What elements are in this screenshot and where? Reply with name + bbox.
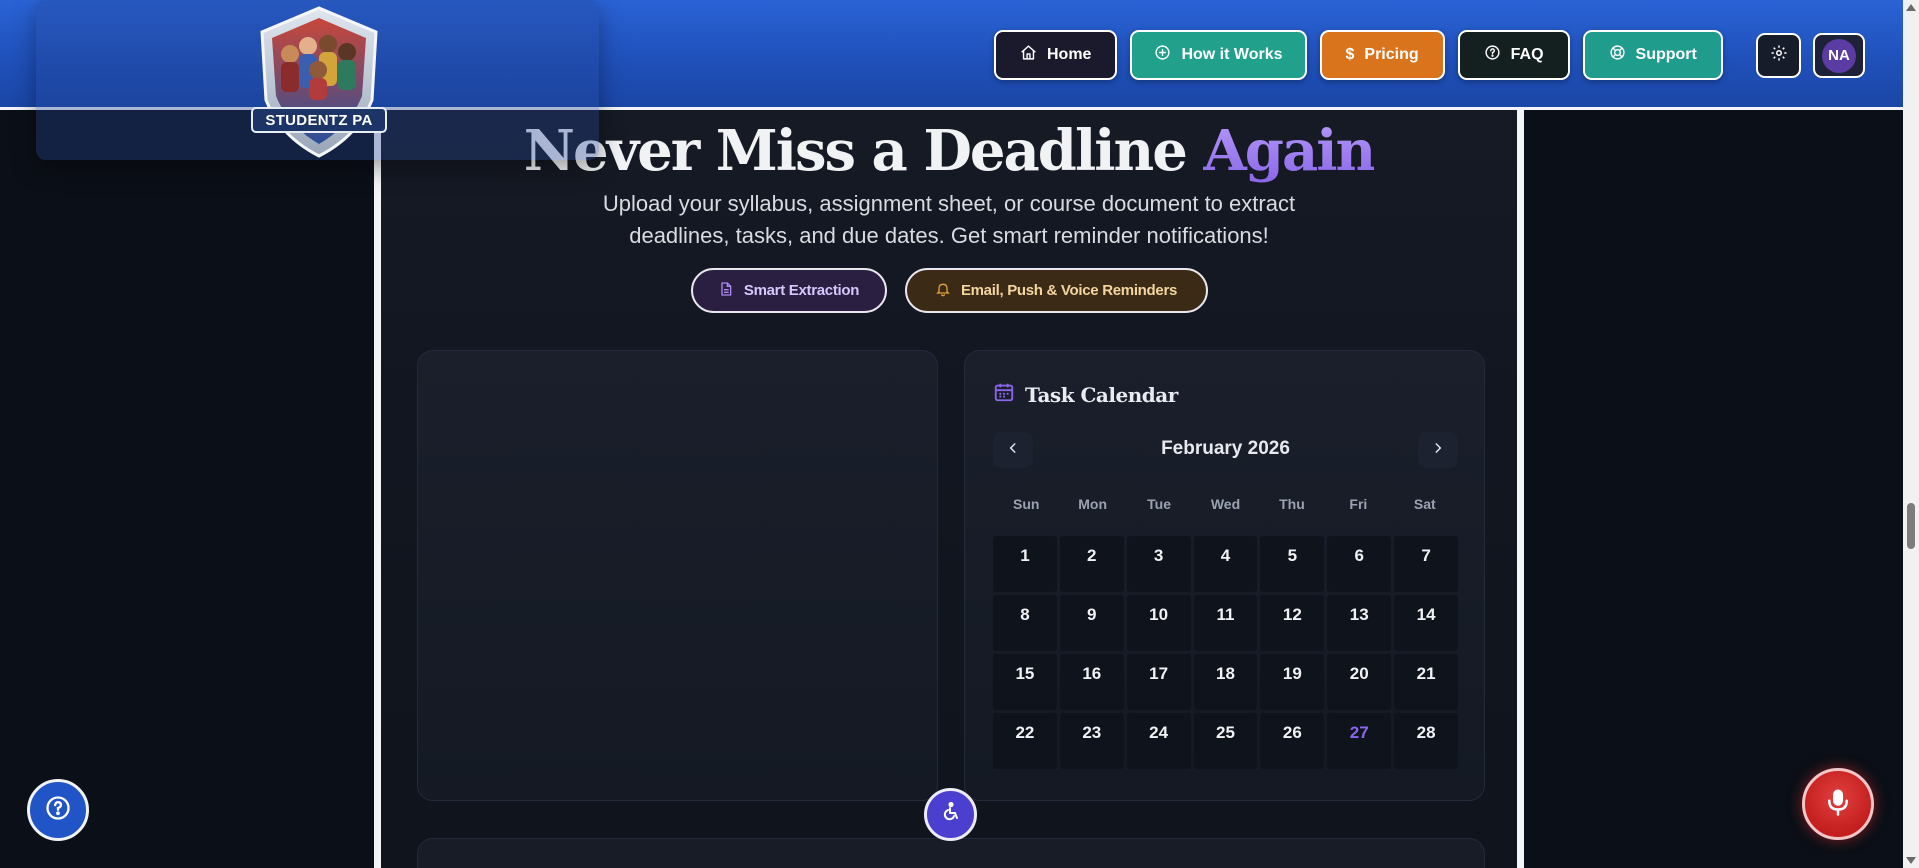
title-main: Never Miss a Deadline [523, 118, 1204, 184]
calendar-day[interactable]: 11 [1193, 595, 1258, 651]
lifebuoy-icon [1609, 44, 1626, 66]
weekday-label: Fri [1349, 496, 1368, 512]
calendar-day[interactable]: 3 [1126, 536, 1191, 592]
page-scrollbar[interactable] [1903, 0, 1919, 868]
scroll-down-arrow[interactable] [1906, 857, 1916, 864]
pricing-label: Pricing [1364, 46, 1419, 63]
calendar-day[interactable]: 14 [1394, 595, 1458, 651]
calendar-day[interactable]: 20 [1327, 654, 1392, 710]
settings-button[interactable] [1756, 33, 1801, 78]
weekday-label: Tue [1147, 496, 1171, 512]
faq-label: FAQ [1510, 46, 1544, 63]
faq-button[interactable]: FAQ [1457, 30, 1570, 80]
next-month-button[interactable] [1418, 432, 1458, 468]
page-subtitle: Upload your syllabus, assignment sheet, … [602, 191, 1296, 248]
gear-icon [1770, 44, 1788, 67]
help-button[interactable] [27, 779, 89, 841]
home-label: Home [1047, 46, 1092, 63]
feature-pills: Smart Extraction Email, Push & Voice Rem… [381, 268, 1517, 313]
how-it-works-label: How it Works [1181, 46, 1283, 63]
microphone-icon [1823, 787, 1853, 822]
calendar-grid: 1 2 3 4 5 6 7 8 9 10 11 12 13 14 15 16 17 18 19 20 21 22 23 24 2… [993, 536, 1458, 769]
calendar-day[interactable]: 15 [993, 654, 1057, 710]
calendar-day[interactable]: 12 [1260, 595, 1325, 651]
studentz-pa-logo[interactable]: STUDENTZ PA [248, 4, 390, 159]
help-icon [44, 794, 72, 827]
calendar-day[interactable]: 13 [1327, 595, 1392, 651]
voice-assistant-button[interactable] [1802, 768, 1874, 840]
calendar-day[interactable]: 22 [993, 713, 1057, 769]
upload-panel [417, 350, 938, 801]
scroll-thumb[interactable] [1907, 503, 1915, 549]
calendar-day[interactable]: 9 [1059, 595, 1124, 651]
calendar-day[interactable]: 7 [1394, 536, 1458, 592]
task-calendar-panel: Task Calendar February 2026 Sun Mon Tue Wed… [964, 350, 1485, 801]
calendar-day[interactable]: 24 [1126, 713, 1191, 769]
calendar-day[interactable]: 4 [1193, 536, 1258, 592]
month-navigator: February 2026 [993, 432, 1458, 468]
calendar-title: Task Calendar [1025, 382, 1178, 407]
calendar-day[interactable]: 28 [1394, 713, 1458, 769]
home-button[interactable]: Home [994, 30, 1118, 80]
calendar-day[interactable]: 23 [1059, 713, 1124, 769]
pricing-button[interactable]: $ Pricing [1319, 30, 1445, 80]
calendar-day[interactable]: 2 [1059, 536, 1124, 592]
calendar-day[interactable]: 10 [1126, 595, 1191, 651]
weekday-label: Thu [1279, 496, 1305, 512]
support-button[interactable]: Support [1582, 30, 1723, 80]
accessibility-icon [939, 800, 963, 829]
weekday-label: Mon [1078, 496, 1108, 512]
logo-text: STUDENTZ PA [265, 112, 373, 129]
question-circle-icon [1484, 44, 1501, 66]
calendar-day[interactable]: 8 [993, 595, 1057, 651]
weekday-label: Sat [1413, 496, 1436, 512]
smart-extraction-label: Smart Extraction [743, 282, 860, 299]
reminders-label: Email, Push & Voice Reminders [960, 282, 1178, 299]
dollar-icon: $ [1345, 46, 1355, 63]
calendar-day[interactable]: 6 [1327, 536, 1392, 592]
scroll-up-arrow[interactable] [1906, 4, 1916, 11]
title-accent: Again [1203, 118, 1376, 184]
bell-icon [935, 281, 951, 301]
smart-extraction-badge: Smart Extraction [690, 268, 887, 313]
month-label: February 2026 [1161, 438, 1290, 459]
user-menu-button[interactable]: NA [1813, 33, 1865, 78]
calendar-day[interactable]: 1 [993, 536, 1057, 592]
how-it-works-button[interactable]: How it Works [1130, 30, 1307, 80]
chevron-right-icon [1431, 441, 1445, 460]
calendar-header: Task Calendar [993, 381, 1178, 408]
avatar: NA [1822, 38, 1856, 73]
calendar-day[interactable]: 5 [1260, 536, 1325, 592]
calendar-day[interactable]: 17 [1126, 654, 1191, 710]
lower-panel [417, 838, 1485, 868]
calendar-day[interactable]: 25 [1193, 713, 1258, 769]
plus-circle-icon [1154, 44, 1171, 66]
support-label: Support [1635, 46, 1697, 63]
calendar-icon [993, 381, 1015, 408]
accessibility-button[interactable] [924, 788, 977, 841]
calendar-day[interactable]: 19 [1260, 654, 1325, 710]
document-icon [718, 281, 734, 301]
calendar-day-today[interactable]: 27 [1327, 713, 1392, 769]
calendar-day[interactable]: 18 [1193, 654, 1258, 710]
weekday-label: Sun [1012, 496, 1040, 512]
reminders-badge: Email, Push & Voice Reminders [904, 268, 1208, 313]
calendar-day[interactable]: 16 [1059, 654, 1124, 710]
main-nav: Home How it Works $ Pricing FAQ Support [994, 30, 1723, 80]
calendar-day[interactable]: 21 [1394, 654, 1458, 710]
main-content: Never Miss a Deadline Again Upload your … [374, 110, 1524, 868]
home-icon [1020, 44, 1037, 66]
weekday-label: Wed [1210, 496, 1241, 512]
calendar-day[interactable]: 26 [1260, 713, 1325, 769]
weekday-header: Sun Mon Tue Wed Thu Fri Sat [993, 496, 1458, 512]
